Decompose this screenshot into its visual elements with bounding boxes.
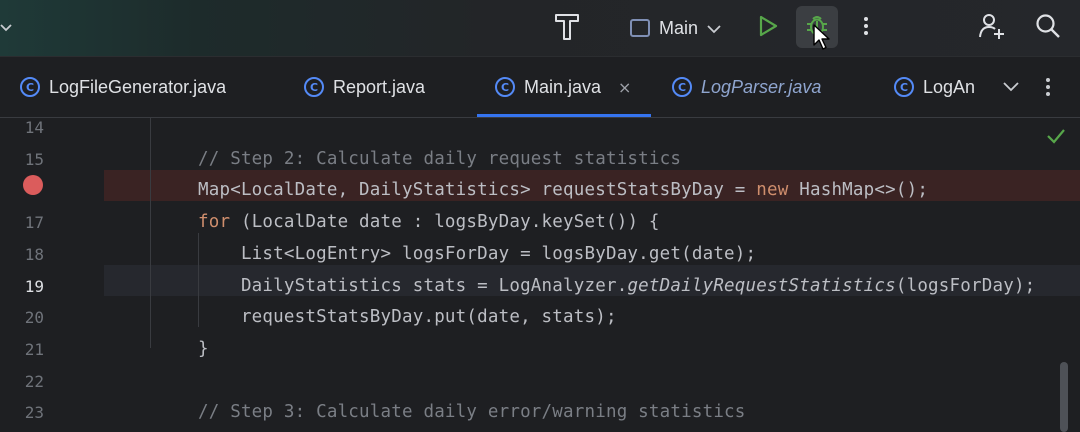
play-icon: [758, 15, 778, 41]
code-token: // Step 2: Calculate daily request stati…: [198, 148, 682, 169]
code-token: Map<LocalDate, DailyStatistics> requestS…: [198, 180, 757, 201]
vertical-scrollbar[interactable]: [1060, 362, 1068, 432]
class-icon: C: [495, 77, 515, 97]
tab-label: Main.java: [524, 76, 602, 97]
line-number: 20: [24, 308, 44, 328]
more-vertical-icon[interactable]: [1038, 73, 1058, 101]
hammer-icon: [554, 11, 580, 45]
add-user-icon: [978, 12, 1006, 44]
check-icon[interactable]: [1046, 126, 1066, 146]
class-icon: C: [20, 77, 40, 97]
more-actions-button[interactable]: [852, 12, 880, 44]
tab-loganalyzer[interactable]: C LogAn: [894, 57, 980, 117]
tab-report[interactable]: C Report.java: [304, 57, 425, 117]
code-token: // Step 3: Calculate daily error/warning…: [198, 402, 746, 423]
code-line[interactable]: }: [198, 339, 209, 359]
code-line[interactable]: // Step 2: Calculate daily request stati…: [198, 149, 681, 169]
editor-tab-bar: C LogFileGenerator.java C Report.java C …: [0, 56, 1080, 118]
chevron-down-icon[interactable]: [1000, 75, 1022, 99]
line-number-gutter[interactable]: 14 15 17 18 19 20 21 22 23: [0, 118, 104, 432]
code-token: (logsForDay);: [895, 275, 1036, 296]
run-configuration-label: Main: [659, 17, 699, 38]
mouse-pointer-icon: [812, 24, 832, 52]
code-line[interactable]: DailyStatistics stats = LogAnalyzer.getD…: [198, 276, 1035, 296]
search-button[interactable]: [1030, 10, 1066, 46]
breakpoint-icon[interactable]: [23, 175, 43, 195]
tab-logfilegenerator[interactable]: C LogFileGenerator.java: [20, 57, 226, 117]
code-token: new: [756, 180, 789, 201]
code-token: }: [198, 338, 209, 359]
run-button[interactable]: [752, 12, 784, 44]
line-number: 18: [24, 244, 44, 264]
more-vertical-icon: [863, 16, 869, 40]
line-number: 15: [24, 149, 44, 169]
code-token: List<LogEntry> logsForDay = logsByDay.ge…: [198, 243, 757, 264]
class-icon: C: [894, 77, 914, 97]
line-number: 19: [24, 276, 44, 296]
code-line[interactable]: Map<LocalDate, DailyStatistics> requestS…: [198, 180, 928, 200]
code-token: (LocalDate date : logsByDay.keySet()) {: [230, 212, 660, 233]
line-number: 23: [24, 403, 44, 423]
close-icon[interactable]: ×: [618, 78, 631, 97]
chevron-down-icon: [707, 19, 721, 38]
application-config-icon: [630, 19, 650, 37]
build-button[interactable]: [552, 12, 582, 44]
code-line[interactable]: // Step 3: Calculate daily error/warning…: [198, 402, 746, 422]
code-line[interactable]: List<LogEntry> logsForDay = logsByDay.ge…: [198, 244, 756, 264]
tab-label: LogFileGenerator.java: [49, 76, 227, 97]
add-user-button[interactable]: [974, 10, 1010, 46]
tab-label: LogParser.java: [701, 76, 822, 97]
class-icon: C: [304, 77, 324, 97]
main-toolbar: Main: [0, 0, 1080, 56]
code-token: DailyStatistics stats = LogAnalyzer.: [198, 275, 628, 296]
code-token: requestStatsByDay.put(date, stats);: [198, 307, 617, 328]
code-editor[interactable]: 14 15 17 18 19 20 21 22 23 // Step 2: Calculate …: [0, 118, 1080, 432]
line-number: 21: [24, 339, 44, 359]
tab-label: Report.java: [333, 76, 426, 97]
code-token: getDailyRequestStatistics: [627, 275, 896, 296]
line-number: 22: [24, 371, 44, 391]
class-icon: C: [672, 77, 692, 97]
tab-main[interactable]: C Main.java ×: [477, 57, 652, 117]
code-line[interactable]: requestStatsByDay.put(date, stats);: [198, 307, 617, 327]
code-token: HashMap<>();: [788, 180, 929, 201]
line-number: 17: [24, 213, 44, 233]
chevron-down-icon[interactable]: [0, 20, 16, 36]
tab-label: LogAn: [923, 76, 976, 97]
run-configuration-selector[interactable]: Main: [630, 12, 721, 44]
code-line[interactable]: for (LocalDate date : logsByDay.keySet()…: [198, 212, 660, 232]
indent-guide: [150, 118, 151, 348]
code-token: for: [198, 212, 231, 233]
search-icon: [1035, 13, 1061, 43]
tab-logparser[interactable]: C LogParser.java: [672, 57, 821, 117]
line-number: 14: [24, 118, 44, 137]
